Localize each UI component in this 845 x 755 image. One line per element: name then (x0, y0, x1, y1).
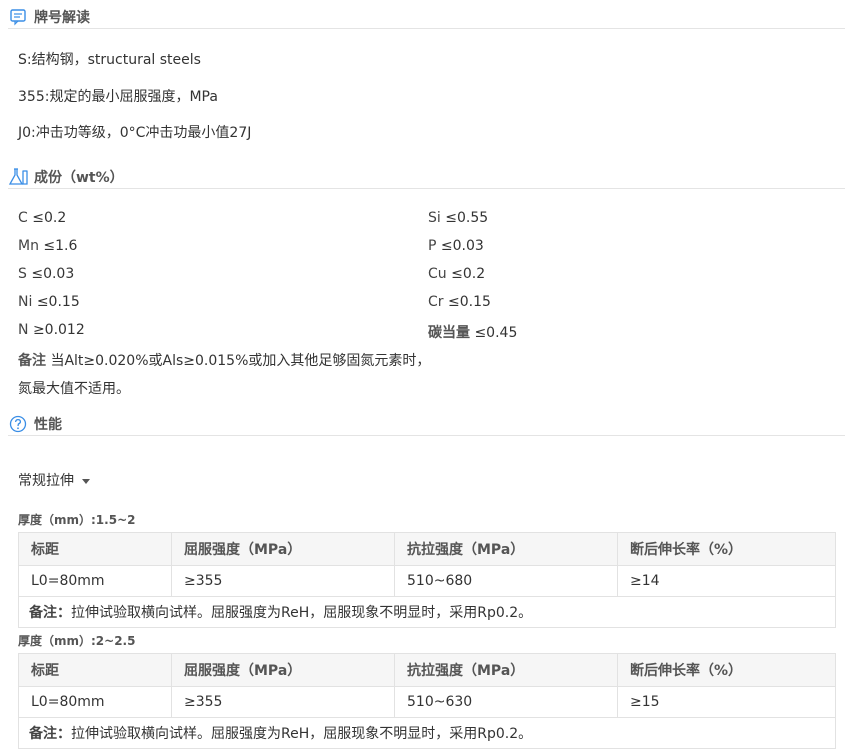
col-header: 标距 (18, 653, 172, 687)
test-type-dropdown[interactable]: 常规拉伸 (18, 470, 90, 490)
cell-elongation: ≥14 (617, 565, 836, 597)
table-note: 备注：拉伸试验取横向试样。屈服强度为ReH，屈服现象不明显时，采用Rp0.2。 (18, 717, 836, 749)
composition-item: Ni ≤0.15 (18, 294, 80, 310)
cell-tensile: 510~630 (394, 686, 618, 718)
composition-item: S ≤0.03 (18, 266, 75, 282)
designation-line: S:结构钢，structural steels (18, 52, 201, 68)
composition-item: C ≤0.2 (18, 210, 67, 226)
composition-item: N ≥0.012 (18, 322, 85, 338)
composition-note: 备注 当Alt≥0.020%或Als≥0.015%或加入其他足够固氮元素时， (18, 353, 431, 369)
table-header-row: 标距 屈服强度（MPa） 抗拉强度（MPa） 断后伸长率（%） (18, 532, 836, 566)
cell-gauge: L0=80mm (18, 565, 172, 597)
cell-elongation: ≥15 (617, 686, 836, 718)
col-header: 屈服强度（MPa） (171, 653, 395, 687)
cell-tensile: 510~680 (394, 565, 618, 597)
table-note: 备注：拉伸试验取横向试样。屈服强度为ReH，屈服现象不明显时，采用Rp0.2。 (18, 596, 836, 628)
col-header: 抗拉强度（MPa） (394, 653, 618, 687)
section-title: 牌号解读 (34, 10, 90, 26)
section-header-composition: 成份（wt%） (8, 166, 845, 189)
cell-yield: ≥355 (171, 565, 395, 597)
comment-icon (8, 7, 28, 27)
designation-line: 355:规定的最小屈服强度，MPa (18, 89, 218, 105)
col-header: 屈服强度（MPa） (171, 532, 395, 566)
section-title: 成份（wt%） (34, 170, 124, 186)
cell-gauge: L0=80mm (18, 686, 172, 718)
col-header: 断后伸长率（%） (617, 653, 836, 687)
section-header-designation: 牌号解读 (8, 6, 845, 29)
composition-note-continued: 氮最大值不适用。 (18, 381, 130, 397)
thickness-label: 厚度（mm）:2~2.5 (18, 634, 136, 648)
note-label: 备注 (18, 353, 46, 369)
table-header-row: 标距 屈服强度（MPa） 抗拉强度（MPa） 断后伸长率（%） (18, 653, 836, 687)
tensile-table: 标距 屈服强度（MPa） 抗拉强度（MPa） 断后伸长率（%） L0=80mm … (18, 653, 836, 749)
composition-item: Cr ≤0.15 (428, 294, 491, 310)
section-title: 性能 (34, 417, 62, 433)
help-circle-icon (8, 414, 28, 434)
composition-item: Mn ≤1.6 (18, 238, 78, 254)
dropdown-value: 常规拉伸 (18, 473, 74, 489)
tensile-table: 标距 屈服强度（MPa） 抗拉强度（MPa） 断后伸长率（%） L0=80mm … (18, 532, 836, 628)
section-header-properties: 性能 (8, 413, 845, 436)
flask-icon (8, 167, 28, 187)
designation-line: J0:冲击功等级，0°C冲击功最小值27J (18, 125, 252, 141)
table-note-row: 备注：拉伸试验取横向试样。屈服强度为ReH，屈服现象不明显时，采用Rp0.2。 (18, 717, 836, 749)
composition-item: 碳当量 ≤0.45 (428, 325, 518, 341)
cell-yield: ≥355 (171, 686, 395, 718)
col-header: 标距 (18, 532, 172, 566)
col-header: 抗拉强度（MPa） (394, 532, 618, 566)
table-note-row: 备注：拉伸试验取横向试样。屈服强度为ReH，屈服现象不明显时，采用Rp0.2。 (18, 596, 836, 628)
thickness-label: 厚度（mm）:1.5~2 (18, 513, 136, 527)
composition-item: P ≤0.03 (428, 238, 484, 254)
composition-item: Si ≤0.55 (428, 210, 489, 226)
composition-item: Cu ≤0.2 (428, 266, 486, 282)
col-header: 断后伸长率（%） (617, 532, 836, 566)
caret-down-icon (82, 478, 90, 484)
table-row: L0=80mm ≥355 510~680 ≥14 (18, 565, 836, 597)
table-row: L0=80mm ≥355 510~630 ≥15 (18, 686, 836, 718)
